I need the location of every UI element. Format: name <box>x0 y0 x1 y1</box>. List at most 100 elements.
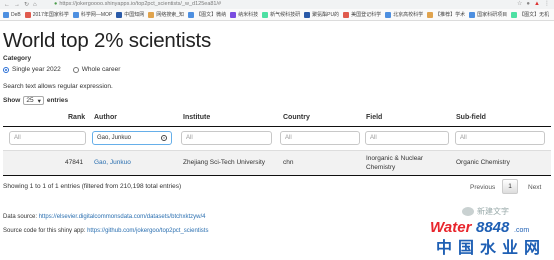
svg-text:.com: .com <box>514 227 529 234</box>
forward-icon[interactable]: → <box>14 2 20 8</box>
bookmark-label: 网络搜索_知 <box>156 12 185 18</box>
column-header-institute[interactable]: Institute <box>183 114 210 121</box>
filter-institute-placeholder: All <box>186 135 193 141</box>
bookmark-label: 新气候科技研 <box>270 12 301 18</box>
cell-field: Inorganic & Nuclear Chemistry <box>366 155 424 171</box>
pagination-next[interactable]: Next <box>528 184 541 191</box>
bookmark-label: 北京高校科学 <box>393 12 424 18</box>
bookmark-item[interactable]: 网络搜索_知 <box>148 11 184 18</box>
bookmark-item[interactable]: 科学网—MOP <box>72 11 113 18</box>
page-length-control: Show 25 ▾ entries <box>3 96 68 105</box>
flame-icon[interactable]: ▲ <box>534 0 540 9</box>
svg-text:8848: 8848 <box>476 219 510 236</box>
bookmark-item[interactable]: 美国登记科学 <box>343 11 381 18</box>
show-label: Show <box>3 97 21 104</box>
source-code-label: Source code for this shiny app: <box>3 228 86 234</box>
cell-subfield: Organic Chemistry <box>456 159 510 166</box>
bookmark-favicon-icon <box>24 11 31 18</box>
bookmark-label: 纳米科技 <box>238 12 259 18</box>
bookmark-item[interactable]: 北京高校科学 <box>385 11 423 18</box>
radio-unchecked-icon[interactable] <box>72 66 79 73</box>
bookmark-favicon-icon <box>188 11 195 18</box>
bookmark-label: 科学网—MOP <box>80 12 113 18</box>
radio-single-year[interactable]: Single year 2022 <box>3 66 61 73</box>
page-title: World top 2% scientists <box>3 29 212 52</box>
bookmark-item[interactable]: 2017年国家科学 <box>24 11 69 18</box>
column-header-author[interactable]: Author <box>94 114 117 121</box>
lock-icon: ● <box>54 1 58 7</box>
chevron-down-icon: ▾ <box>37 97 41 105</box>
browser-nav: ← → ↻ ⌂ <box>4 2 37 8</box>
bookmark-favicon-icon <box>343 11 350 18</box>
bookmark-favicon-icon <box>304 11 311 18</box>
bookmark-item[interactable]: DeB <box>3 11 21 18</box>
bookmark-label: 聚氨酯PU的 <box>312 12 340 18</box>
column-header-rank[interactable]: Rank <box>68 114 85 121</box>
bookmark-label: 2017年国家科学 <box>32 12 69 18</box>
page-length-select[interactable]: 25 ▾ <box>23 96 44 105</box>
bookmark-label: 【图文】微纳 <box>196 12 227 18</box>
url-field[interactable]: ● https://jokergoooo.shinyapps.io/top2pct… <box>54 0 221 9</box>
data-source-label: Data source: <box>3 214 38 220</box>
cell-rank: 47841 <box>65 159 84 166</box>
bookmark-favicon-icon <box>148 11 155 18</box>
filter-rank-input[interactable]: All <box>9 131 86 145</box>
reload-icon[interactable]: ↻ <box>24 2 29 8</box>
data-source-line: Data source: https://elsevier.digitalcom… <box>3 214 205 220</box>
bookmark-item[interactable]: 【图文】微纳 <box>188 11 226 18</box>
filter-author-input[interactable]: Gao, Junkuo × <box>92 131 172 145</box>
browser-toolbar: ☆ ● ▲ ⋮ <box>517 0 550 9</box>
column-header-subfield[interactable]: Sub-field <box>456 114 486 121</box>
browser-address-bar: ← → ↻ ⌂ ● https://jokergoooo.shinyapps.io… <box>0 0 554 9</box>
source-code-link[interactable]: https://github.com/jokergoo/top2pct_scie… <box>87 228 208 234</box>
radio-label: Single year 2022 <box>12 66 61 73</box>
category-radio-group: Single year 2022 Whole career <box>3 66 120 73</box>
bookmark-favicon-icon <box>511 11 518 18</box>
back-icon[interactable]: ← <box>4 2 10 8</box>
clear-icon[interactable]: × <box>161 135 167 141</box>
filter-country-placeholder: All <box>285 135 292 141</box>
bookmark-favicon-icon <box>230 11 237 18</box>
radio-whole-career[interactable]: Whole career <box>72 66 121 73</box>
star-icon[interactable]: ☆ <box>517 0 522 9</box>
cell-institute: Zhejiang Sci-Tech University <box>183 159 266 166</box>
filter-institute-input[interactable]: All <box>181 131 272 145</box>
bookmark-favicon-icon <box>427 11 434 18</box>
bookmark-label: 【图文】无机 <box>519 12 550 18</box>
bookmark-item[interactable]: 纳米科技 <box>230 11 258 18</box>
extension-icon[interactable]: ● <box>526 0 530 9</box>
bookmark-item[interactable]: 【图文】无机 <box>511 11 549 18</box>
url-text: https://jokergoooo.shinyapps.io/top2pct_… <box>59 1 222 7</box>
cell-country: chn <box>283 159 294 166</box>
pagination-page-1[interactable]: 1 <box>502 179 518 194</box>
help-text: Search text allows regular expression. <box>3 83 113 90</box>
filter-subfield-input[interactable]: All <box>455 131 545 145</box>
home-icon[interactable]: ⌂ <box>33 2 37 8</box>
bookmark-item[interactable]: 新气候科技研 <box>262 11 300 18</box>
bookmark-label: 国家科研项目 <box>477 12 508 18</box>
column-header-country[interactable]: Country <box>283 114 310 121</box>
table-info: Showing 1 to 1 of 1 entries (filtered fr… <box>3 183 182 190</box>
bookmark-favicon-icon <box>116 11 123 18</box>
bookmarks-bar: DeB 2017年国家科学 科学网—MOP 中国知网 网络搜索_知 【图文】微纳 纳米科技 新… <box>0 9 554 21</box>
data-source-link[interactable]: https://elsevier.digitalcommonsdata.com/… <box>39 214 206 220</box>
pagination-previous[interactable]: Previous <box>470 184 495 191</box>
filter-country-input[interactable]: All <box>280 131 360 145</box>
bookmark-favicon-icon <box>469 11 476 18</box>
bookmark-item[interactable]: 国家科研项目 <box>469 11 507 18</box>
bookmark-item[interactable]: 聚氨酯PU的 <box>304 11 339 18</box>
filter-rank-placeholder: All <box>14 135 21 141</box>
menu-icon[interactable]: ⋮ <box>544 0 550 9</box>
category-label: Category <box>3 55 32 62</box>
radio-label: Whole career <box>81 66 121 73</box>
cell-author-link[interactable]: Gao, Junkuo <box>94 158 131 167</box>
bookmark-favicon-icon <box>72 11 79 18</box>
filter-field-input[interactable]: All <box>365 131 449 145</box>
filter-subfield-placeholder: All <box>460 135 467 141</box>
bookmark-item[interactable]: 【推荐】学术 <box>427 11 465 18</box>
entries-label: entries <box>46 97 69 104</box>
column-header-field[interactable]: Field <box>366 114 382 121</box>
radio-checked-icon[interactable] <box>3 66 9 73</box>
bookmark-label: 中国知网 <box>124 12 145 18</box>
bookmark-item[interactable]: 中国知网 <box>116 11 144 18</box>
